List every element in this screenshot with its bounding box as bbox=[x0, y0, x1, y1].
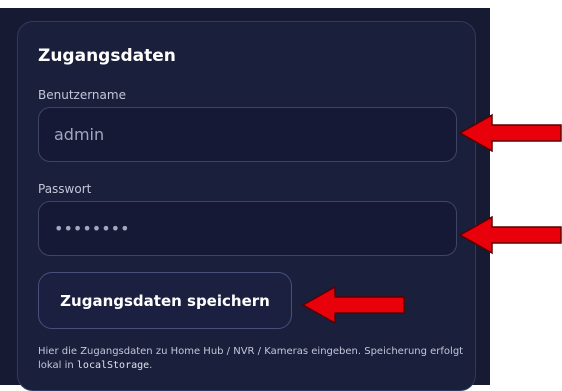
annotation-arrow-icon bbox=[301, 285, 405, 325]
card-title: Zugangsdaten bbox=[38, 46, 176, 66]
annotation-arrow-shape bbox=[458, 113, 562, 153]
username-input[interactable] bbox=[39, 108, 456, 161]
save-credentials-button[interactable]: Zugangsdaten speichern bbox=[38, 272, 292, 329]
password-label: Passwort bbox=[38, 182, 92, 196]
username-label: Benutzername bbox=[38, 88, 126, 102]
hint-code: localStorage bbox=[76, 360, 150, 371]
username-field bbox=[38, 107, 457, 162]
annotation-arrow-icon bbox=[458, 113, 562, 153]
password-input[interactable] bbox=[39, 202, 456, 255]
hint-text-end: . bbox=[149, 360, 153, 371]
credentials-card: Zugangsdaten Benutzername Passwort Zugan… bbox=[17, 21, 476, 391]
annotation-arrow-icon bbox=[458, 215, 562, 255]
password-field bbox=[38, 201, 457, 256]
annotation-arrow-shape bbox=[458, 215, 562, 255]
storage-hint: Hier die Zugangsdaten zu Home Hub / NVR … bbox=[38, 345, 468, 373]
annotation-arrow-shape bbox=[301, 285, 405, 325]
